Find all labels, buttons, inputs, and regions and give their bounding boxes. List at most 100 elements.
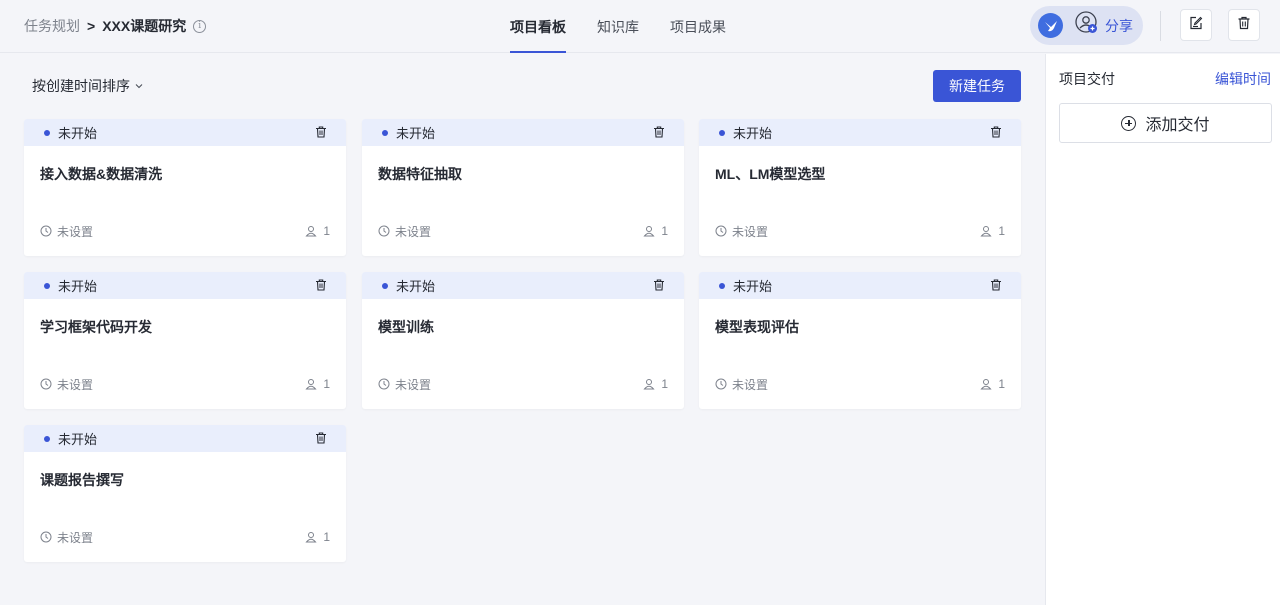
task-due-text: 未设置 [57,224,94,239]
top-header: 任务规划 > XXX课题研究 i 项目看板 知识库 项目成果 分享 [0,0,1280,53]
collab-pill: 分享 [1030,6,1143,45]
task-due-text: 未设置 [57,530,94,545]
task-due[interactable]: 未设置 [715,376,768,393]
breadcrumb: 任务规划 > XXX课题研究 i [24,16,207,36]
task-due[interactable]: 未设置 [378,223,431,240]
task-members[interactable]: 1 [305,377,330,391]
trash-icon[interactable] [314,125,328,139]
trash-icon[interactable] [989,278,1003,292]
delete-project-button[interactable] [1228,9,1260,41]
task-status: 未开始 [396,126,436,141]
user-icon [305,226,317,237]
task-members-count: 1 [661,377,668,391]
user-icon [980,226,992,237]
trash-icon[interactable] [314,431,328,445]
chevron-down-icon [134,78,144,94]
status-dot [382,282,388,289]
task-members[interactable]: 1 [643,377,668,391]
share-label: 分享 [1105,17,1133,34]
tab-project-results[interactable]: 项目成果 [670,0,726,53]
task-due-text: 未设置 [395,224,432,239]
tab-knowledge-base[interactable]: 知识库 [597,0,639,53]
task-card-footer: 未设置 1 [40,376,330,392]
status-dot [44,129,50,136]
task-status: 未开始 [396,279,436,294]
share-button[interactable]: 分享 [1075,11,1133,40]
clock-icon [715,378,727,390]
task-members[interactable]: 1 [980,377,1005,391]
task-card-header: 未开始 [699,119,1021,146]
task-title: 模型表现评估 [715,319,799,335]
edit-icon [1189,16,1203,35]
tab-project-board[interactable]: 项目看板 [510,0,566,53]
status-dot [44,282,50,289]
edit-button[interactable] [1180,9,1212,41]
task-title: 课题报告撰写 [40,472,124,488]
clock-icon [378,378,390,390]
task-card[interactable]: 未开始 模型训练 未设置 1 [362,272,684,409]
edit-time-link[interactable]: 编辑时间 [1215,69,1271,89]
clock-icon [378,225,390,237]
header-divider [1160,11,1161,41]
task-status: 未开始 [58,126,98,141]
task-members[interactable]: 1 [980,224,1005,238]
task-due[interactable]: 未设置 [40,223,93,240]
task-members[interactable]: 1 [305,530,330,544]
task-card-footer: 未设置 1 [715,376,1005,392]
task-title: ML、LM模型选型 [715,166,826,182]
deliverables-panel: 项目交付 编辑时间 添加交付 [1045,54,1280,605]
task-card[interactable]: 未开始 数据特征抽取 未设置 1 [362,119,684,256]
task-title: 学习框架代码开发 [40,319,152,335]
task-due-text: 未设置 [732,377,769,392]
task-members[interactable]: 1 [305,224,330,238]
task-members-count: 1 [323,530,330,544]
task-members[interactable]: 1 [643,224,668,238]
task-card[interactable]: 未开始 模型表现评估 未设置 1 [699,272,1021,409]
sort-dropdown[interactable]: 按创建时间排序 [32,76,144,96]
task-card-footer: 未设置 1 [378,223,668,239]
new-task-button[interactable]: 新建任务 [933,70,1021,102]
status-dot [44,435,50,442]
task-members-count: 1 [323,224,330,238]
breadcrumb-parent[interactable]: 任务规划 [24,16,80,36]
bird-logo-icon[interactable] [1038,13,1063,38]
task-title: 接入数据&数据清洗 [40,166,163,182]
info-circle-icon[interactable]: i [193,19,207,33]
user-icon [643,226,655,237]
trash-icon[interactable] [652,125,666,139]
add-deliverable-label: 添加交付 [1145,117,1210,134]
task-status: 未开始 [58,279,98,294]
task-card[interactable]: 未开始 接入数据&数据清洗 未设置 1 [24,119,346,256]
task-card[interactable]: 未开始 ML、LM模型选型 未设置 1 [699,119,1021,256]
user-add-icon [1075,11,1099,40]
trash-icon [1237,16,1251,35]
clock-icon [40,378,52,390]
task-due[interactable]: 未设置 [378,376,431,393]
user-icon [980,379,992,390]
task-due[interactable]: 未设置 [40,376,93,393]
sort-label: 按创建时间排序 [32,78,130,94]
deliverables-title: 项目交付 [1059,71,1115,87]
task-card-footer: 未设置 1 [40,529,330,545]
task-due[interactable]: 未设置 [715,223,768,240]
clock-icon [715,225,727,237]
task-card-footer: 未设置 1 [40,223,330,239]
task-title: 数据特征抽取 [378,166,462,182]
task-card-footer: 未设置 1 [715,223,1005,239]
breadcrumb-current: XXX课题研究 [102,18,187,34]
trash-icon[interactable] [989,125,1003,139]
clock-icon [40,531,52,543]
task-card[interactable]: 未开始 学习框架代码开发 未设置 1 [24,272,346,409]
trash-icon[interactable] [652,278,666,292]
task-status: 未开始 [733,126,773,141]
task-card-header: 未开始 [24,425,346,452]
task-card[interactable]: 未开始 课题报告撰写 未设置 1 [24,425,346,562]
task-card-header: 未开始 [362,272,684,299]
main-tabs: 项目看板 知识库 项目成果 [510,0,757,53]
task-due-text: 未设置 [732,224,769,239]
task-due[interactable]: 未设置 [40,529,93,546]
trash-icon[interactable] [314,278,328,292]
task-members-count: 1 [323,377,330,391]
breadcrumb-separator: > [87,18,96,34]
add-deliverable-button[interactable]: 添加交付 [1059,103,1272,143]
